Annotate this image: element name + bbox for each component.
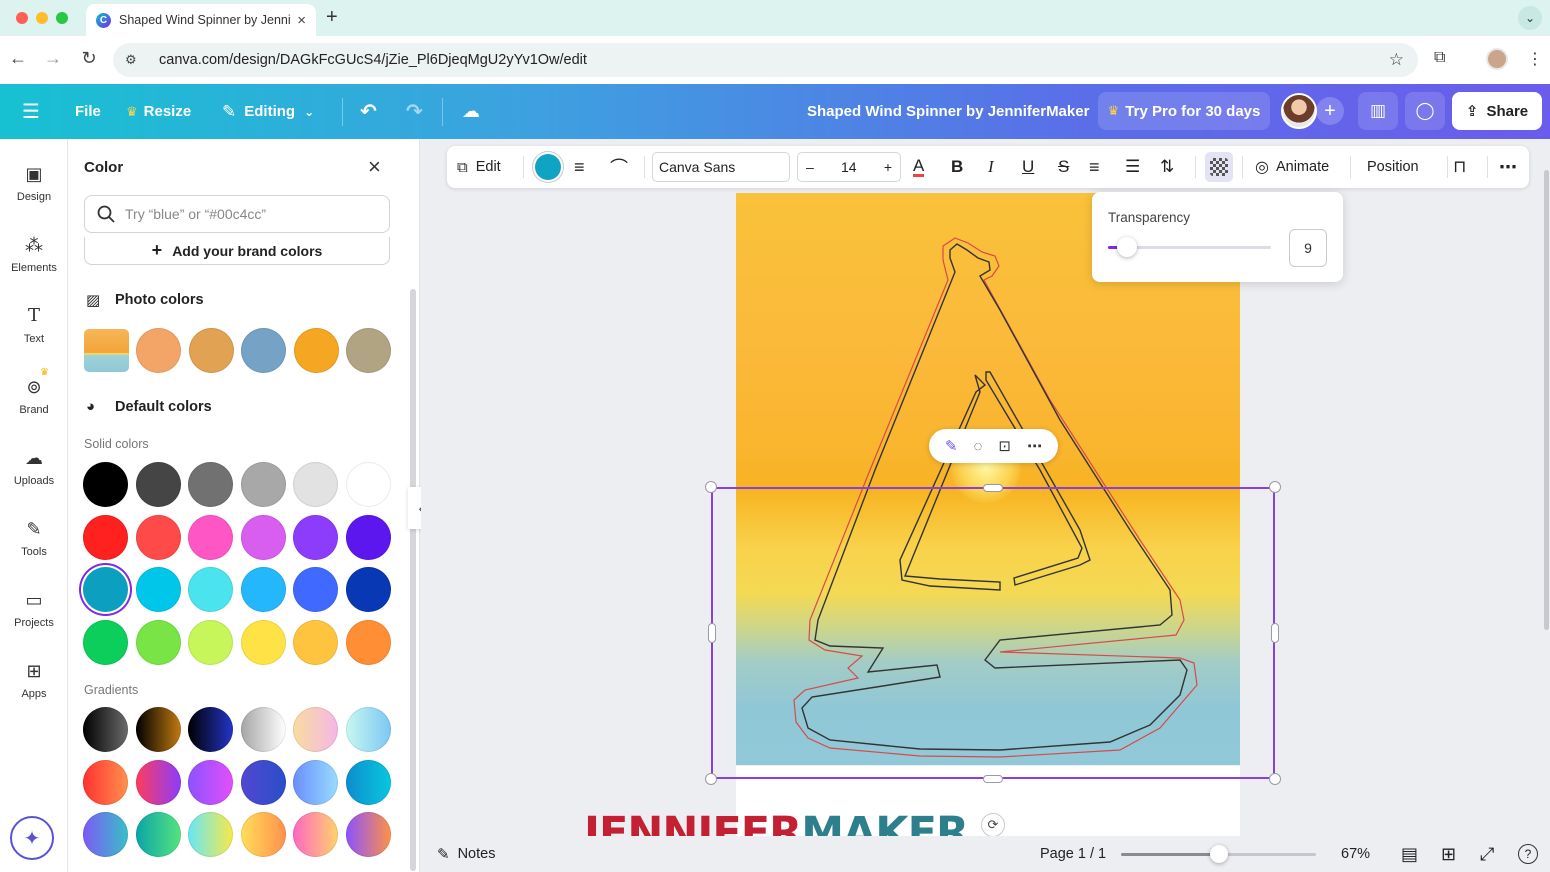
resize-handle-top-right[interactable] xyxy=(1269,481,1281,493)
selection-box[interactable] xyxy=(711,487,1275,779)
text-color-button[interactable]: A xyxy=(913,146,925,188)
decrease-size-button[interactable]: – xyxy=(806,159,814,175)
lock-icon[interactable]: ⊡ xyxy=(998,437,1011,455)
magic-edit-icon[interactable]: ✎ xyxy=(945,437,958,455)
corner-rounding-icon[interactable]: ⌒ xyxy=(610,146,628,188)
pages-view-icon[interactable]: ▤ xyxy=(1401,836,1418,872)
animate-icon: ◎ xyxy=(1255,159,1269,176)
animate-button[interactable]: ◎ Animate xyxy=(1255,146,1329,188)
font-name: Canva Sans xyxy=(659,159,736,175)
help-icon[interactable]: ? xyxy=(1518,836,1538,872)
grid-view-icon[interactable]: ⊞ xyxy=(1441,836,1456,872)
resize-handle-bottom-left[interactable] xyxy=(705,773,717,785)
workspace-scrollbar[interactable] xyxy=(1544,170,1549,630)
transparency-value-input[interactable]: 9 xyxy=(1289,229,1327,267)
notes-icon: ✎ xyxy=(437,846,450,863)
more-toolbar-options-icon[interactable]: ⋯ xyxy=(1499,146,1517,188)
transparency-button[interactable] xyxy=(1205,152,1233,182)
fill-color-button[interactable] xyxy=(535,154,561,180)
edit-button[interactable]: ⧉ Edit xyxy=(457,146,501,188)
notes-button[interactable]: ✎ Notes xyxy=(437,836,495,872)
zoom-slider-thumb[interactable] xyxy=(1209,845,1228,863)
increase-size-button[interactable]: + xyxy=(884,159,892,175)
resize-handle-top[interactable] xyxy=(983,484,1003,492)
text-color-icon: A xyxy=(913,155,925,177)
shapes-edit-icon: ⧉ xyxy=(457,158,468,176)
notes-label: Notes xyxy=(457,846,496,862)
resize-handle-left[interactable] xyxy=(708,623,716,643)
line-spacing-icon[interactable]: ⇅ xyxy=(1160,146,1174,188)
page-indicator[interactable]: Page 1 / 1 xyxy=(1040,836,1106,872)
bullet-list-icon[interactable]: ☰ xyxy=(1125,146,1140,188)
more-options-icon[interactable]: ⋯ xyxy=(1027,437,1042,455)
border-style-icon[interactable]: ≡ xyxy=(574,146,585,188)
bold-button[interactable]: B xyxy=(951,146,963,188)
copy-style-paint-roller-icon[interactable]: ⊓ xyxy=(1453,146,1466,188)
bottom-bar: ✎ Notes Page 1 / 1 67% ▤ ⊞ ⤢ ? xyxy=(421,836,1550,872)
resize-handle-bottom-right[interactable] xyxy=(1269,773,1281,785)
zoom-slider-fill xyxy=(1121,853,1219,856)
context-toolbar: ⧉ Edit ≡ ⌒ Canva Sans – 14 + A B I U S ≡… xyxy=(447,146,1529,188)
align-center-icon[interactable]: ≡ xyxy=(1089,146,1100,188)
font-size-value[interactable]: 14 xyxy=(841,159,857,175)
font-size-stepper: – 14 + xyxy=(797,152,901,182)
strikethrough-button[interactable]: S xyxy=(1058,146,1069,188)
fullscreen-icon[interactable]: ⤢ xyxy=(1480,836,1494,872)
element-quick-actions: ✎ ◌ ⊡ ⋯ xyxy=(929,429,1058,463)
add-comment-icon[interactable]: ◌ xyxy=(974,438,983,455)
rotate-handle-icon[interactable]: ⟳ xyxy=(981,813,1005,837)
font-family-dropdown[interactable]: Canva Sans xyxy=(652,152,790,182)
edit-label: Edit xyxy=(475,159,501,175)
resize-handle-bottom[interactable] xyxy=(983,775,1003,783)
zoom-percentage[interactable]: 67% xyxy=(1341,836,1370,872)
resize-handle-top-left[interactable] xyxy=(705,481,717,493)
underline-button[interactable]: U xyxy=(1022,146,1034,188)
resize-handle-right[interactable] xyxy=(1271,623,1279,643)
position-button[interactable]: Position xyxy=(1367,146,1419,188)
transparency-slider-thumb[interactable] xyxy=(1116,237,1137,257)
transparency-label: Transparency xyxy=(1108,210,1191,225)
animate-label: Animate xyxy=(1275,159,1330,175)
transparency-popover: Transparency 9 xyxy=(1092,192,1343,282)
italic-button[interactable]: I xyxy=(988,146,994,188)
transparency-checker-icon xyxy=(1210,158,1228,176)
